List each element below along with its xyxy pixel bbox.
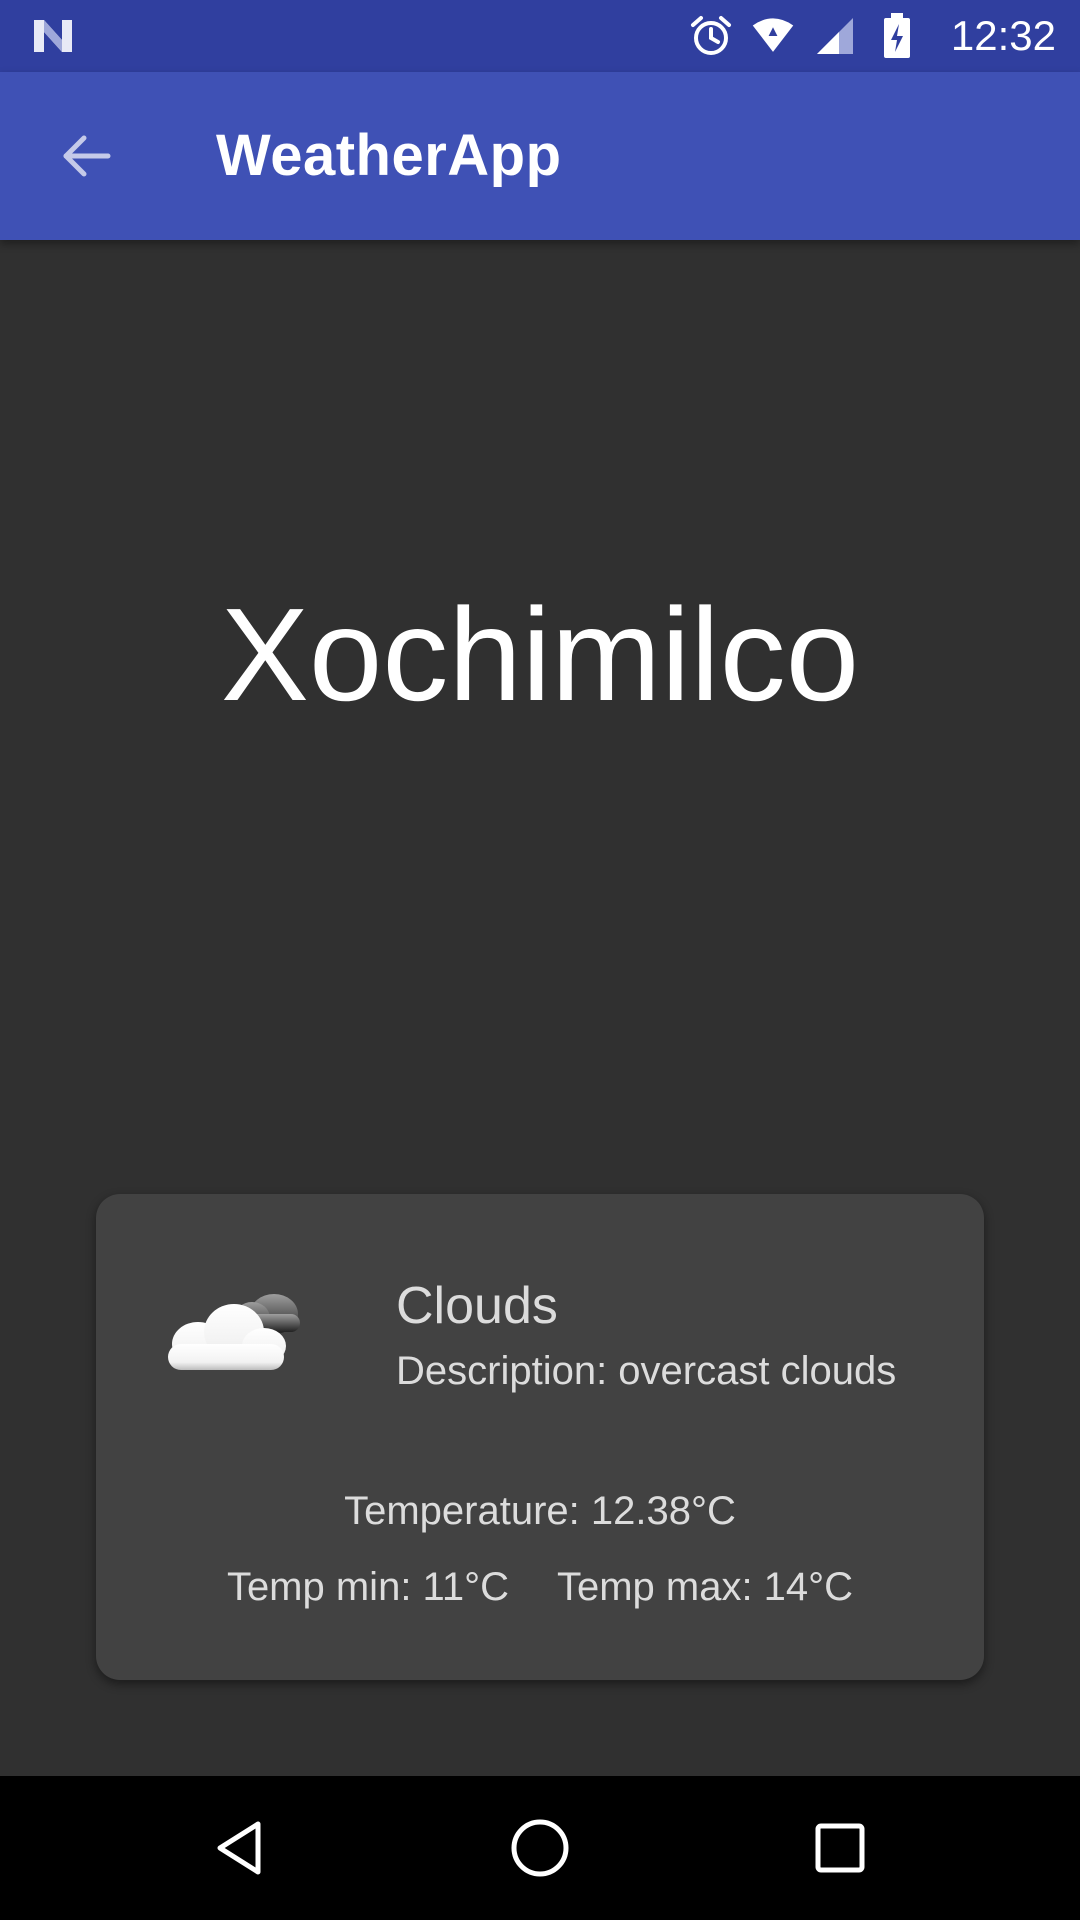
app-bar: WeatherApp [0,72,1080,240]
temperature: Temperature: 12.38°C [344,1489,736,1533]
battery-charging-icon [875,13,919,58]
navigation-bar [0,1776,1080,1920]
temperature-range: Temp min: 11°C Temp max: 14°C [96,1562,984,1612]
nav-back-icon [217,1821,261,1875]
nav-recents-button[interactable] [804,1812,876,1884]
wifi-icon [751,14,795,58]
weather-main: Clouds [396,1277,558,1335]
city-name: Xochimilco [220,581,860,728]
app-title: WeatherApp [216,123,562,188]
cell-signal-icon [813,14,857,58]
status-bar: 12:32 [0,0,1080,72]
temp-max: Temp max: 14°C [556,1565,854,1609]
alarm-icon [689,14,733,58]
status-time: 12:32 [950,12,1056,59]
notification-n-icon [30,14,76,58]
cloudy-icon [156,1274,316,1384]
weather-description: Description: overcast clouds [396,1349,897,1393]
nav-home-button[interactable] [504,1812,576,1884]
arrow-back-icon [63,135,111,177]
nav-back-button[interactable] [204,1812,276,1884]
back-button[interactable] [38,108,134,204]
nav-recents-icon [815,1823,865,1873]
temp-min: Temp min: 11°C [226,1565,509,1609]
nav-home-icon [511,1819,569,1877]
weather-card[interactable]: Clouds Description: overcast clouds Temp… [96,1194,984,1680]
